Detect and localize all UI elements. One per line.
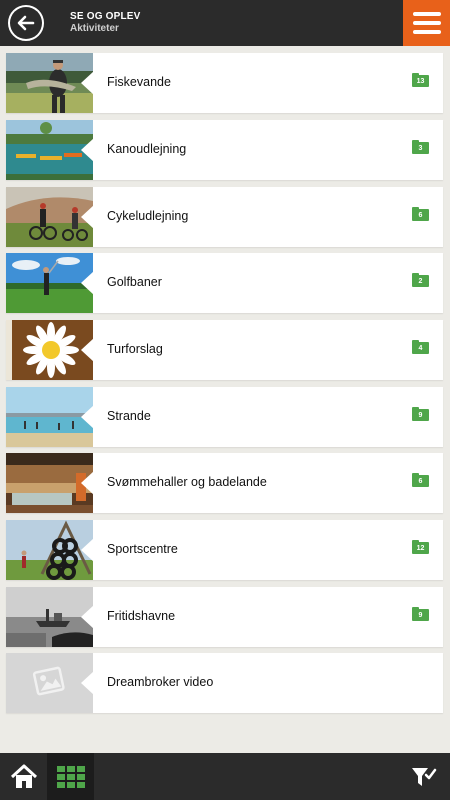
tire-climbing-frame-photo bbox=[6, 520, 93, 580]
item-label: Cykeludlejning bbox=[107, 209, 189, 223]
list-item-strande[interactable]: Strande 9 bbox=[6, 387, 443, 447]
list-item-fiskevande[interactable]: Fiskevande 13 bbox=[6, 53, 443, 113]
item-label: Fiskevande bbox=[107, 75, 171, 89]
bottom-bar bbox=[0, 753, 450, 800]
item-count: 6 bbox=[412, 475, 429, 487]
item-count: 3 bbox=[412, 142, 429, 154]
item-count: 2 bbox=[412, 275, 429, 287]
back-button[interactable] bbox=[8, 5, 44, 41]
notch bbox=[81, 605, 94, 629]
notch bbox=[81, 205, 94, 229]
item-label: Fritidshavne bbox=[107, 609, 176, 623]
hamburger-line bbox=[412, 30, 441, 34]
item-label: Dreambroker video bbox=[107, 675, 214, 689]
grid-view-button[interactable] bbox=[47, 753, 94, 800]
item-count: 9 bbox=[412, 609, 429, 621]
folder-count-icon: 9 bbox=[412, 407, 429, 421]
notch bbox=[81, 71, 94, 95]
daisy-sign-photo bbox=[6, 320, 93, 380]
harbour-boat-photo bbox=[6, 587, 93, 647]
filter-button[interactable] bbox=[404, 753, 444, 800]
top-bar: SE OG OPLEV Aktiviteter bbox=[0, 0, 450, 46]
hamburger-menu-icon bbox=[412, 12, 441, 16]
folder-count-icon: 6 bbox=[412, 473, 429, 487]
list-item-golfbaner[interactable]: Golfbaner 2 bbox=[6, 253, 443, 313]
item-count: 12 bbox=[412, 542, 429, 554]
folder-count-icon: 9 bbox=[412, 607, 429, 621]
folder-count-icon: 13 bbox=[412, 73, 429, 87]
canoes-on-lake-photo bbox=[6, 120, 93, 180]
item-label: Strande bbox=[107, 409, 151, 423]
item-count: 9 bbox=[412, 409, 429, 421]
notch bbox=[81, 338, 94, 362]
item-label: Golfbaner bbox=[107, 275, 162, 289]
fisherman-photo bbox=[6, 53, 93, 113]
hamburger-line bbox=[412, 21, 441, 25]
filter-check-icon bbox=[412, 767, 437, 786]
list-item-fritidshavne[interactable]: Fritidshavne 9 bbox=[6, 587, 443, 647]
list-item-dreambroker-video[interactable]: Dreambroker video bbox=[6, 653, 443, 713]
notch bbox=[81, 671, 94, 695]
list-item-sportscentre[interactable]: Sportscentre 12 bbox=[6, 520, 443, 580]
arrow-left-icon bbox=[10, 7, 42, 39]
folder-count-icon: 4 bbox=[412, 340, 429, 354]
list-item-cykeludlejning[interactable]: Cykeludlejning 6 bbox=[6, 187, 443, 247]
notch bbox=[81, 538, 94, 562]
home-button[interactable] bbox=[0, 753, 47, 800]
header-subtitle: Aktiviteter bbox=[70, 23, 119, 34]
item-label: Svømmehaller og badelande bbox=[107, 475, 267, 489]
golfer-photo bbox=[6, 253, 93, 313]
folder-count-icon: 2 bbox=[412, 273, 429, 287]
item-count: 6 bbox=[412, 209, 429, 221]
notch bbox=[81, 271, 94, 295]
folder-count-icon: 6 bbox=[412, 207, 429, 221]
notch bbox=[81, 405, 94, 429]
folder-count-icon: 3 bbox=[412, 140, 429, 154]
beach-photo bbox=[6, 387, 93, 447]
item-label: Turforslag bbox=[107, 342, 163, 356]
cyclists-photo bbox=[6, 187, 93, 247]
header-title: SE OG OPLEV bbox=[70, 11, 141, 22]
home-icon bbox=[10, 764, 37, 788]
notch bbox=[81, 138, 94, 162]
item-count: 13 bbox=[412, 75, 429, 87]
item-label: Sportscentre bbox=[107, 542, 178, 556]
menu-button[interactable] bbox=[403, 0, 450, 46]
header-titles: SE OG OPLEV Aktiviteter bbox=[70, 11, 141, 35]
item-count: 4 bbox=[412, 342, 429, 354]
swimming-hall-photo bbox=[6, 453, 93, 513]
folder-count-icon: 12 bbox=[412, 540, 429, 554]
item-label: Kanoudlejning bbox=[107, 142, 187, 156]
grid-view-icon bbox=[56, 765, 85, 788]
notch bbox=[81, 471, 94, 495]
image-placeholder-icon bbox=[6, 653, 93, 713]
list-item-svommehaller[interactable]: Svømmehaller og badelande 6 bbox=[6, 453, 443, 513]
list-item-turforslag[interactable]: Turforslag 4 bbox=[6, 320, 443, 380]
list-item-kanoudlejning[interactable]: Kanoudlejning 3 bbox=[6, 120, 443, 180]
